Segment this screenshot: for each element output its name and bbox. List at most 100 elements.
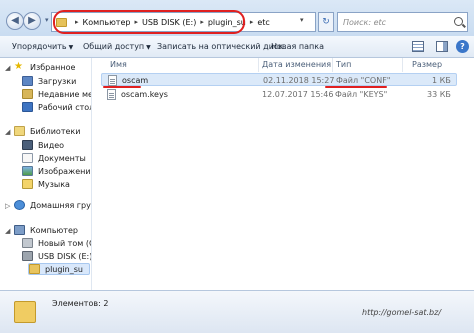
chevron-down-icon: ▼: [68, 44, 74, 51]
music-icon: [22, 179, 33, 189]
watermark-url: http://gomel-sat.bz/: [362, 308, 442, 317]
nav-downloads-label: Загрузки: [38, 76, 77, 86]
expand-arrow-icon[interactable]: ◢: [5, 128, 10, 136]
column-header-date[interactable]: Дата изменения: [262, 58, 331, 72]
hard-drive-icon: [22, 238, 33, 248]
command-toolbar: Упорядочить ▼ Общий доступ ▼ Записать на о…: [0, 36, 474, 58]
back-arrow-icon[interactable]: ◀: [6, 12, 24, 30]
nav-images-label: Изображения: [38, 166, 92, 176]
folder-icon: [29, 264, 40, 274]
nav-video-label: Видео: [38, 140, 65, 150]
navigation-pane: ◢ ★ Избранное Загрузки Недавние места Раб…: [0, 58, 92, 290]
video-icon: [22, 140, 33, 150]
address-dropdown-icon[interactable]: ▾: [300, 16, 304, 24]
column-header-name[interactable]: Имя: [110, 58, 127, 72]
breadcrumb-computer[interactable]: Компьютер: [83, 18, 131, 27]
nav-computer[interactable]: Компьютер: [14, 225, 78, 235]
file-type: Файл "CONF": [336, 76, 391, 85]
expand-arrow-icon[interactable]: ◢: [5, 227, 10, 235]
desktop-icon: [22, 102, 33, 112]
share-button[interactable]: Общий доступ ▼: [83, 42, 151, 51]
chevron-right-icon[interactable]: ▸: [250, 18, 254, 26]
file-row-oscam-keys[interactable]: oscam.keys 12.07.2017 15:46 Файл "KEYS" …: [101, 88, 457, 101]
address-bar[interactable]: ▸ Компьютер ▸ USB DISK (E:) ▸ plugin_su …: [51, 12, 316, 32]
chevron-down-icon[interactable]: ▾: [45, 16, 49, 24]
view-options-icon[interactable]: [412, 41, 424, 52]
folder-icon: [56, 17, 67, 27]
breadcrumb-etc[interactable]: etc: [257, 18, 269, 27]
chevron-right-icon[interactable]: ▸: [134, 18, 138, 26]
nav-homegroup[interactable]: Домашняя группа: [14, 200, 91, 210]
nav-video[interactable]: Видео: [22, 140, 64, 150]
chevron-down-icon: ▼: [146, 44, 151, 51]
search-icon[interactable]: [454, 17, 463, 26]
nav-plugin-su[interactable]: plugin_su: [28, 263, 90, 275]
images-icon: [22, 166, 33, 176]
nav-libraries-label: Библиотеки: [30, 126, 81, 136]
nav-downloads[interactable]: Загрузки: [22, 76, 76, 86]
file-name: oscam.keys: [121, 90, 168, 99]
breadcrumb-plugin-su[interactable]: plugin_su: [208, 18, 246, 27]
file-date: 12.07.2017 15:46: [262, 90, 334, 99]
nav-music-label: Музыка: [38, 179, 70, 189]
file-icon: [108, 75, 117, 86]
recent-places-icon: [22, 89, 33, 99]
column-divider[interactable]: [332, 58, 333, 72]
nav-music[interactable]: Музыка: [22, 179, 70, 189]
column-header-size[interactable]: Размер: [412, 58, 442, 72]
column-divider[interactable]: [402, 58, 403, 72]
nav-new-volume[interactable]: Новый том (C:): [22, 238, 91, 248]
search-input[interactable]: Поиск: etc: [337, 12, 468, 32]
nav-documents[interactable]: Документы: [22, 153, 86, 163]
new-folder-button[interactable]: Новая папка: [271, 42, 324, 51]
organize-label: Упорядочить: [12, 42, 67, 51]
column-divider[interactable]: [258, 58, 259, 72]
share-label: Общий доступ: [83, 42, 145, 51]
libraries-icon: [14, 126, 25, 136]
nav-new-volume-label: Новый том (C:): [38, 238, 91, 248]
nav-desktop[interactable]: Рабочий стол: [22, 102, 92, 112]
organize-button[interactable]: Упорядочить ▼: [12, 42, 73, 51]
column-header-type[interactable]: Тип: [336, 58, 351, 72]
expand-arrow-icon[interactable]: ◢: [5, 64, 10, 72]
refresh-icon[interactable]: ↻: [318, 12, 334, 32]
nav-favorites-label: Избранное: [30, 62, 76, 72]
item-count: Элементов: 2: [52, 299, 109, 308]
new-folder-label: Новая папка: [271, 42, 324, 51]
file-type: Файл "KEYS": [335, 90, 388, 99]
chevron-right-icon[interactable]: ▸: [75, 18, 79, 26]
file-size: 33 КБ: [427, 90, 451, 99]
nav-libraries[interactable]: Библиотеки: [14, 126, 80, 136]
nav-plugin-su-label: plugin_su: [45, 264, 83, 274]
burn-label: Записать на оптический диск: [157, 42, 284, 51]
computer-icon: [14, 225, 25, 235]
nav-computer-label: Компьютер: [30, 225, 78, 235]
homegroup-icon: [14, 200, 25, 210]
usb-drive-icon: [22, 251, 33, 261]
expand-arrow-icon[interactable]: ▷: [5, 202, 10, 210]
breadcrumb-usb-disk[interactable]: USB DISK (E:): [142, 18, 196, 27]
nav-documents-label: Документы: [38, 153, 86, 163]
file-date: 02.11.2018 15:27: [263, 76, 335, 85]
preview-pane-icon[interactable]: [436, 41, 448, 52]
forward-arrow-icon[interactable]: ▶: [23, 12, 41, 30]
nav-favorites[interactable]: ★ Избранное: [14, 62, 75, 72]
nav-recent-label: Недавние места: [38, 89, 92, 99]
chevron-right-icon[interactable]: ▸: [200, 18, 204, 26]
folder-icon: [14, 301, 36, 323]
file-row-oscam[interactable]: oscam 02.11.2018 15:27 Файл "CONF" 1 КБ: [101, 73, 457, 86]
star-icon: ★: [14, 61, 23, 72]
nav-recent[interactable]: Недавние места: [22, 89, 92, 99]
nav-desktop-label: Рабочий стол: [38, 102, 92, 112]
downloads-icon: [22, 76, 33, 86]
nav-homegroup-label: Домашняя группа: [30, 200, 91, 210]
nav-usb-disk[interactable]: USB DISK (E:): [22, 251, 92, 261]
nav-images[interactable]: Изображения: [22, 166, 92, 176]
documents-icon: [22, 153, 33, 163]
help-icon[interactable]: ?: [456, 40, 469, 53]
burn-button[interactable]: Записать на оптический диск: [157, 42, 283, 51]
nav-usb-disk-label: USB DISK (E:): [38, 251, 92, 261]
search-placeholder: Поиск: etc: [343, 18, 387, 27]
file-icon: [107, 89, 116, 100]
file-size: 1 КБ: [432, 76, 451, 85]
